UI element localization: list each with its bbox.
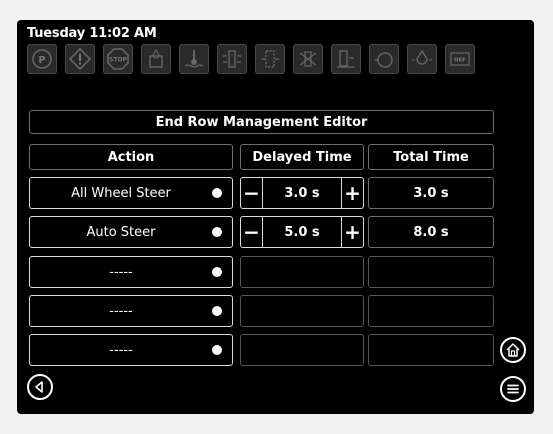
header-total-time: Total Time — [368, 144, 494, 170]
header-total-time-label: Total Time — [393, 149, 469, 165]
menu-icon — [507, 384, 519, 394]
home-icon — [506, 343, 520, 357]
display-screen: Tuesday 11:02 AM P STOP DEF End Row Mana… — [17, 20, 534, 414]
delay-cell-row-3 — [240, 256, 364, 288]
action-button-row-2[interactable]: Auto Steer — [29, 216, 233, 248]
engine-icon — [369, 44, 399, 74]
svg-text:DEF: DEF — [454, 58, 466, 64]
status-clock: Tuesday 11:02 AM — [27, 26, 157, 41]
action-button-row-5[interactable]: ----- — [29, 334, 233, 366]
total-cell-row-5 — [368, 334, 494, 366]
header-delayed-time-label: Delayed Time — [252, 149, 352, 165]
editor-title-box: End Row Management Editor — [29, 110, 494, 134]
action-button-row-3[interactable]: ----- — [29, 256, 233, 288]
svg-text:STOP: STOP — [109, 57, 128, 64]
back-button[interactable] — [27, 374, 53, 400]
menu-button[interactable] — [500, 376, 526, 402]
total-cell-row-3 — [368, 256, 494, 288]
header-action: Action — [29, 144, 233, 170]
selection-dot — [212, 227, 222, 237]
svg-text:P: P — [38, 55, 45, 66]
selection-dot — [212, 345, 222, 355]
indicator-bar: P STOP DEF — [27, 44, 529, 74]
filter-restriction-icon — [255, 44, 285, 74]
increase-button[interactable]: + — [341, 217, 363, 247]
delay-cell-row-4 — [240, 295, 364, 327]
delay-cell-row-5 — [240, 334, 364, 366]
selection-dot — [212, 267, 222, 277]
stop-icon: STOP — [103, 44, 133, 74]
park-brake-icon: P — [27, 44, 57, 74]
action-button-row-4[interactable]: ----- — [29, 295, 233, 327]
delay-stepper-row-1: − 3.0 s + — [240, 177, 364, 209]
total-time-row-2: 8.0 s — [368, 216, 494, 248]
hydraulic-oil-icon — [141, 44, 171, 74]
total-cell-row-4 — [368, 295, 494, 327]
increase-button[interactable]: + — [341, 178, 363, 208]
warning-icon — [65, 44, 95, 74]
action-label: ----- — [109, 342, 133, 358]
oil-pressure-icon — [407, 44, 437, 74]
home-button[interactable] — [500, 337, 526, 363]
fuel-filter-icon — [331, 44, 361, 74]
header-action-label: Action — [107, 149, 155, 165]
decrease-button[interactable]: − — [241, 217, 263, 247]
coolant-temp-icon — [179, 44, 209, 74]
decrease-button[interactable]: − — [241, 178, 263, 208]
total-value: 3.0 s — [413, 185, 449, 201]
action-label: ----- — [109, 264, 133, 280]
action-label: Auto Steer — [86, 224, 156, 240]
def-icon: DEF — [445, 44, 475, 74]
editor-title: End Row Management Editor — [155, 114, 368, 130]
selection-dot — [212, 306, 222, 316]
action-button-row-1[interactable]: All Wheel Steer — [29, 177, 233, 209]
total-time-row-1: 3.0 s — [368, 177, 494, 209]
delay-value: 5.0 s — [284, 224, 320, 240]
action-label: All Wheel Steer — [71, 185, 171, 201]
header-delayed-time: Delayed Time — [240, 144, 364, 170]
delay-stepper-row-2: − 5.0 s + — [240, 216, 364, 248]
back-arrow-icon — [35, 381, 43, 393]
action-label: ----- — [109, 303, 133, 319]
air-filter-icon — [293, 44, 323, 74]
selection-dot — [212, 188, 222, 198]
filter-icon — [217, 44, 247, 74]
delay-value: 3.0 s — [284, 185, 320, 201]
total-value: 8.0 s — [413, 224, 449, 240]
